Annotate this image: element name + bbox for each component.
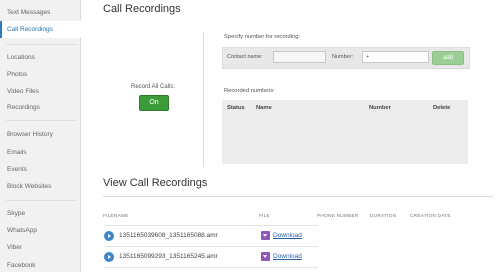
- column-header-file: FILE: [259, 214, 270, 219]
- sidebar-divider: [6, 200, 76, 201]
- recording-filename: 1351165099293_1351165245.amr: [119, 253, 218, 260]
- sidebar-item-recordings[interactable]: Recordings: [0, 99, 80, 116]
- record-all-toggle-button[interactable]: On: [139, 95, 169, 111]
- column-header-number: Number: [369, 105, 391, 111]
- row-divider: [103, 225, 318, 226]
- section-divider: [103, 196, 493, 197]
- recording-filename: 1351165039608_1351165088.amr: [119, 232, 218, 239]
- sidebar-item-facebook[interactable]: Facebook: [0, 257, 80, 274]
- download-icon: [261, 252, 270, 261]
- column-header-creation-date: CREATION DATE: [410, 214, 451, 219]
- sidebar-item-viber[interactable]: Viber: [0, 239, 80, 256]
- column-header-delete: Delete: [433, 105, 451, 111]
- table-row: 1351165039608_1351165088.amr Download: [103, 227, 493, 247]
- sidebar-divider: [6, 44, 76, 45]
- download-label: Download: [273, 253, 302, 260]
- sidebar-item-locations[interactable]: Locations: [0, 49, 80, 66]
- sidebar-item-browser-history[interactable]: Browser History: [0, 126, 80, 143]
- recorded-numbers-table: Status Name Number Delete: [222, 100, 468, 164]
- download-label: Download: [273, 232, 302, 239]
- sidebar-item-video-files[interactable]: Video Files: [0, 83, 80, 100]
- record-all-label: Record All Calls:: [130, 84, 175, 90]
- column-header-phone-number: PHONE NUMBER: [317, 214, 359, 219]
- play-icon[interactable]: [104, 231, 114, 241]
- add-button[interactable]: add: [432, 51, 464, 65]
- number-input[interactable]: +: [362, 51, 429, 63]
- number-label: Number:: [332, 54, 354, 60]
- sidebar-item-text-messages[interactable]: Text Messages: [0, 4, 80, 21]
- row-divider: [103, 246, 318, 247]
- contact-name-label: Contact name:: [227, 54, 263, 60]
- sidebar-item-skype[interactable]: Skype: [0, 205, 80, 222]
- play-icon[interactable]: [104, 252, 114, 262]
- download-icon: [261, 231, 270, 240]
- page-title: Call Recordings: [103, 3, 181, 15]
- contact-name-input[interactable]: [273, 51, 326, 63]
- active-item-pointer: [80, 20, 87, 38]
- table-row: 1351165099293_1351165245.amr Download: [103, 248, 493, 268]
- sidebar-item-emails[interactable]: Emails: [0, 144, 80, 161]
- sidebar-divider: [6, 120, 76, 121]
- column-header-duration: DURATION: [370, 214, 397, 219]
- column-header-name: Name: [256, 105, 272, 111]
- record-all-panel: Record All Calls: On: [103, 32, 203, 167]
- recorded-numbers-label: Recorded numbers:: [224, 88, 275, 94]
- row-divider: [103, 267, 318, 268]
- column-header-status: Status: [227, 105, 245, 111]
- column-header-filename: FILENAME: [103, 214, 129, 219]
- sidebar-item-whatsapp[interactable]: WhatsApp: [0, 222, 80, 239]
- sidebar-item-events[interactable]: Events: [0, 161, 80, 178]
- sidebar-item-call-recordings[interactable]: Call Recordings: [0, 21, 80, 38]
- vertical-divider: [203, 32, 204, 167]
- sidebar-item-block-websites[interactable]: Block Websites: [0, 178, 80, 195]
- sidebar: Text Messages Call Recordings Locations …: [0, 0, 81, 272]
- sidebar-item-photos[interactable]: Photos: [0, 66, 80, 83]
- specify-number-label: Specify number for recording:: [224, 34, 301, 40]
- add-number-form: Contact name: Number: + add: [222, 47, 470, 69]
- section-title-view-recordings: View Call Recordings: [103, 177, 208, 189]
